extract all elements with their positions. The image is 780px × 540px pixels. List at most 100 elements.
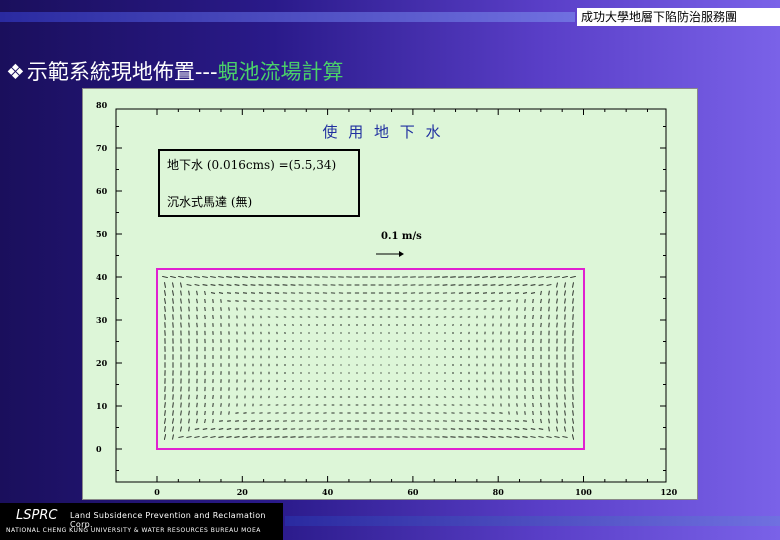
footer-banner: LSPRC Land Subsidence Prevention and Rec… [0, 503, 283, 540]
x-tick-label: 100 [575, 487, 592, 497]
flow-vector [172, 426, 174, 432]
flow-vector [530, 436, 536, 438]
flow-vector [572, 306, 574, 312]
flow-vector [202, 428, 208, 430]
flow-vectors [162, 276, 576, 440]
flow-vector [532, 418, 534, 424]
flow-vector [564, 418, 566, 424]
flow-vector [250, 436, 256, 438]
flow-vector [564, 410, 566, 416]
flow-vector [572, 410, 574, 416]
footer-university: NATIONAL CHENG KUNG UNIVERSITY & WATER R… [6, 527, 261, 534]
flow-vector [556, 426, 558, 432]
x-tick-label: 20 [237, 487, 249, 497]
header-org-name: 成功大學地層下陷防治服務團 [577, 8, 780, 26]
flow-vector [234, 284, 240, 286]
flow-vector [164, 290, 166, 296]
flow-vector [514, 428, 520, 430]
flow-vector [164, 314, 166, 320]
flow-vector [490, 436, 496, 438]
flow-vector [194, 436, 200, 438]
flow-vector [180, 418, 182, 424]
flow-vector [530, 292, 536, 294]
flow-vector [538, 428, 544, 430]
flow-vector [172, 410, 174, 416]
flow-vector [556, 282, 558, 288]
flow-vector [522, 292, 528, 294]
flow-vector [570, 276, 576, 278]
flow-vector [540, 290, 542, 296]
flow-vector [170, 276, 176, 278]
y-tick-label: 50 [96, 229, 108, 239]
flow-vector [194, 428, 200, 430]
flow-vector [572, 298, 574, 304]
flow-vector [172, 418, 174, 424]
flow-vector [250, 276, 256, 278]
flow-vector [522, 284, 528, 286]
flow-vector [218, 292, 224, 294]
legend-pump: 沉水式馬達 (無) [167, 194, 252, 209]
flow-vector [482, 436, 488, 438]
velocity-scale-arrow [376, 251, 404, 257]
flow-vector [202, 284, 208, 286]
flow-vector [188, 290, 190, 296]
flow-vector [572, 434, 574, 440]
y-tick-label: 80 [96, 100, 108, 110]
y-tick-label: 40 [96, 272, 108, 282]
flow-vector [556, 298, 558, 304]
footer-rule [285, 516, 780, 526]
flow-vector [172, 282, 174, 288]
flow-vector [178, 276, 184, 278]
flow-vector [180, 282, 182, 288]
flow-vector [572, 290, 574, 296]
flow-vector [164, 298, 166, 304]
flow-vector [564, 402, 566, 408]
flow-vector [490, 276, 496, 278]
flow-vector [162, 276, 168, 278]
flow-vector [204, 290, 206, 296]
flow-vector [210, 276, 216, 278]
flow-vector [522, 276, 528, 278]
flow-vector [556, 418, 558, 424]
flow-vector [546, 284, 552, 286]
flow-vector [554, 436, 560, 438]
plot-title: 使 用 地 下 水 [322, 123, 443, 141]
flow-vector [180, 306, 182, 312]
flow-vector [194, 284, 200, 286]
flow-vector [164, 410, 166, 416]
y-tick-label: 20 [96, 358, 108, 368]
y-tick-label: 70 [96, 143, 108, 153]
title-bullet-icon: ❖ [6, 60, 25, 84]
flow-vector [562, 436, 568, 438]
flow-vector [522, 428, 528, 430]
flow-vector [546, 436, 552, 438]
title-highlight-text: 蜆池流場計算 [217, 60, 344, 84]
flow-vector [498, 276, 504, 278]
y-tick-label: 0 [96, 444, 102, 454]
flow-vector [188, 410, 190, 416]
flow-field-plot: 0 20 40 60 80 100 120 0 10 20 30 40 50 6… [96, 100, 678, 497]
flow-vector [180, 290, 182, 296]
flow-vector [172, 306, 174, 312]
flow-vector [498, 284, 504, 286]
flow-field-figure: 0 20 40 60 80 100 120 0 10 20 30 40 50 6… [82, 88, 698, 500]
title-main-text: 示範系統現地佈置--- [26, 60, 218, 84]
flow-vector [556, 410, 558, 416]
velocity-scale-label: 0.1 m/s [381, 231, 422, 242]
flow-vector [572, 426, 574, 432]
y-tick-label: 60 [96, 186, 108, 196]
header-rule [0, 12, 575, 22]
flow-vector [564, 290, 566, 296]
flow-vector [202, 276, 208, 278]
flow-vector [564, 306, 566, 312]
flow-vector [180, 410, 182, 416]
flow-vector [530, 284, 536, 286]
flow-vector [546, 276, 552, 278]
flow-vector [188, 418, 190, 424]
flow-vector [210, 284, 216, 286]
flow-vector [226, 284, 232, 286]
flow-vector [506, 276, 512, 278]
flow-vector [482, 276, 488, 278]
y-tick-label: 30 [96, 315, 108, 325]
footer-brand: LSPRC [16, 508, 58, 523]
